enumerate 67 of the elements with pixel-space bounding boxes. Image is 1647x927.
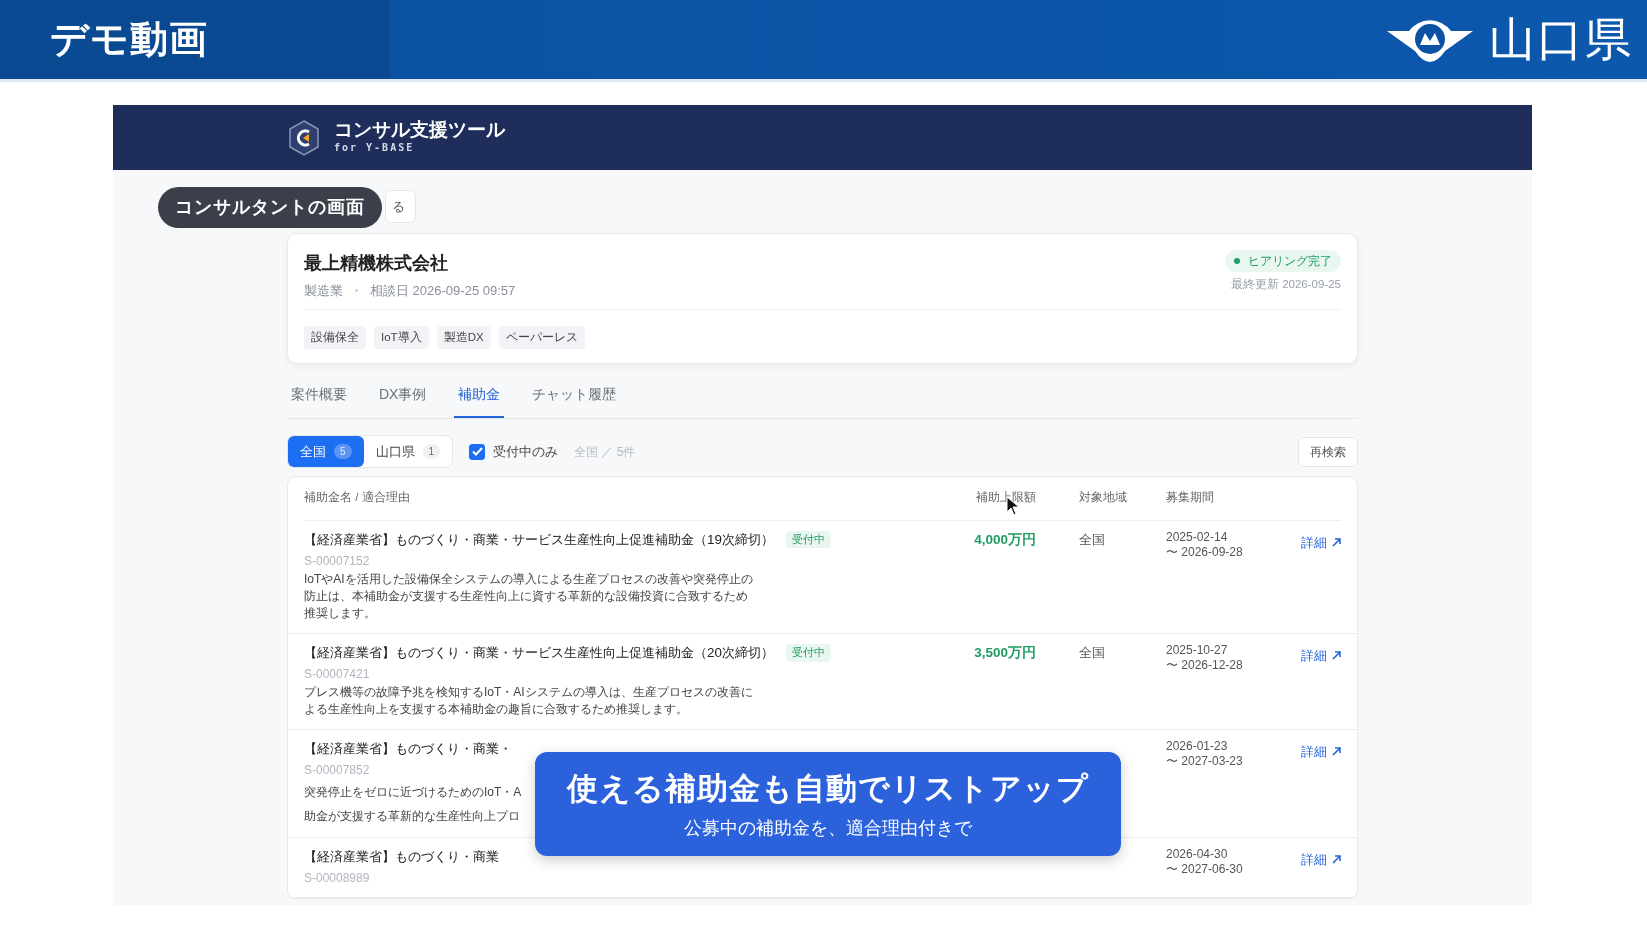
subsidy-code: S-00007852 [304, 761, 370, 779]
caption-title: 使える補助金も自動でリストアップ [567, 770, 1089, 809]
count-badge: 1 [422, 444, 441, 459]
tag: ペーパーレス [498, 325, 585, 349]
logo-icon [288, 119, 320, 156]
external-link-icon [1332, 855, 1341, 865]
period-end: 〜 2026-09-28 [1166, 544, 1244, 560]
tab[interactable]: チャット履歴 [528, 376, 621, 418]
region-text: 全国 [1079, 531, 1105, 547]
external-link-icon [1332, 651, 1341, 661]
app-subtitle: for Y-BASE [334, 141, 416, 156]
region-text: 全国 [1079, 644, 1105, 660]
period-end: 〜 2027-06-30 [1166, 861, 1244, 877]
subsidy-title: 【経済産業省】ものづくり・商業・サービス生産性向上促進補助金（20次締切） [304, 643, 774, 662]
period-start: 2026-01-23 [1166, 738, 1229, 754]
detail-link[interactable]: 詳細 [1301, 741, 1341, 762]
tab[interactable]: DX事例 [375, 376, 431, 418]
detail-link[interactable]: 詳細 [1301, 645, 1341, 666]
checkbox-label[interactable]: 受付中のみ [493, 441, 559, 462]
research-button[interactable]: 再検索 [1298, 436, 1358, 467]
period-start: 2025-10-27 [1166, 642, 1229, 658]
subsidy-code: S-00007421 [304, 665, 370, 683]
screen-label: コンサルタントの画面 [158, 187, 382, 228]
external-link-icon [1332, 746, 1341, 756]
tab[interactable]: 補助金 [454, 376, 505, 418]
reason-text: IoTやAIを活用した設備保全システムの導入による生産プロセスの改善や突発停止の防止は、本補助金が支援する生産性向上に資する革新的な設備投資に合致するため推奨します。 [304, 570, 754, 623]
period-end: 〜 2027-03-23 [1166, 753, 1244, 769]
industry-text: 製造業 [304, 282, 343, 300]
caption-subtitle: 公募中の補助金を、適合理由付きで [684, 816, 972, 840]
subsidy-title: 【経済産業省】ものづくり・商業・サービス生産性向上促進補助金（19次締切） [304, 530, 774, 549]
subsidy-title: 【経済産業省】ものづくり・商業・ [304, 739, 512, 758]
tag: 製造DX [436, 325, 491, 349]
subsidy-code: S-00007152 [304, 552, 370, 570]
external-link-icon [1332, 537, 1341, 547]
region-filter-button[interactable]: 全国 5 [288, 435, 364, 468]
consult-date: 相談日 2026-09-25 09:57 [370, 282, 516, 300]
tab[interactable]: 案件概要 [287, 376, 351, 418]
column-header: 募集期間 [1166, 477, 1301, 521]
period-end: 〜 2026-12-28 [1166, 657, 1244, 673]
subsidy-title: 【経済産業省】ものづくり・商業 [304, 847, 499, 866]
tag: 設備保全 [304, 325, 366, 349]
app-title: コンサル支援ツール [334, 119, 505, 141]
amount-text: 4,000万円 [973, 530, 1036, 549]
period-start: 2025-02-14 [1166, 529, 1229, 545]
status-badge: ヒアリング完了 [1225, 250, 1341, 272]
back-button[interactable]: る [385, 190, 416, 223]
banner-title: デモ動画 [50, 17, 208, 62]
column-header: 補助金名 / 適合理由 [304, 477, 944, 521]
region-filter-button[interactable]: 山口県 1 [363, 435, 453, 468]
tag: IoT導入 [374, 325, 429, 349]
detail-link[interactable]: 詳細 [1301, 849, 1341, 870]
column-header: 対象地域 [1036, 477, 1166, 521]
updated-text: 最終更新 2026-09-25 [1230, 277, 1341, 292]
reason-text: 突発停止をゼロに近づけるためのIoT・A [304, 784, 522, 799]
company-name: 最上精機株式会社 [304, 252, 449, 275]
reason-text: 助金が支援する革新的な生産性向上プロ [304, 808, 520, 823]
status-badge: 受付中 [785, 643, 831, 662]
period-start: 2026-04-30 [1166, 846, 1229, 862]
status-badge: 受付中 [785, 530, 831, 549]
amount-text: 3,500万円 [973, 643, 1036, 662]
count-badge: 5 [334, 444, 352, 459]
checkbox[interactable] [469, 443, 486, 460]
subsidy-code: S-00008989 [304, 869, 370, 887]
result-summary: 全国 ／ 5件 [574, 443, 636, 461]
detail-link[interactable]: 詳細 [1301, 532, 1341, 552]
reason-text: プレス機等の故障予兆を検知するIoT・AIシステムの導入は、生産プロセスの改善による生産性向上を支援する本補助金の趣旨に合致するため推奨します。 [304, 683, 754, 719]
logo-text: 山口県 [1489, 12, 1633, 67]
